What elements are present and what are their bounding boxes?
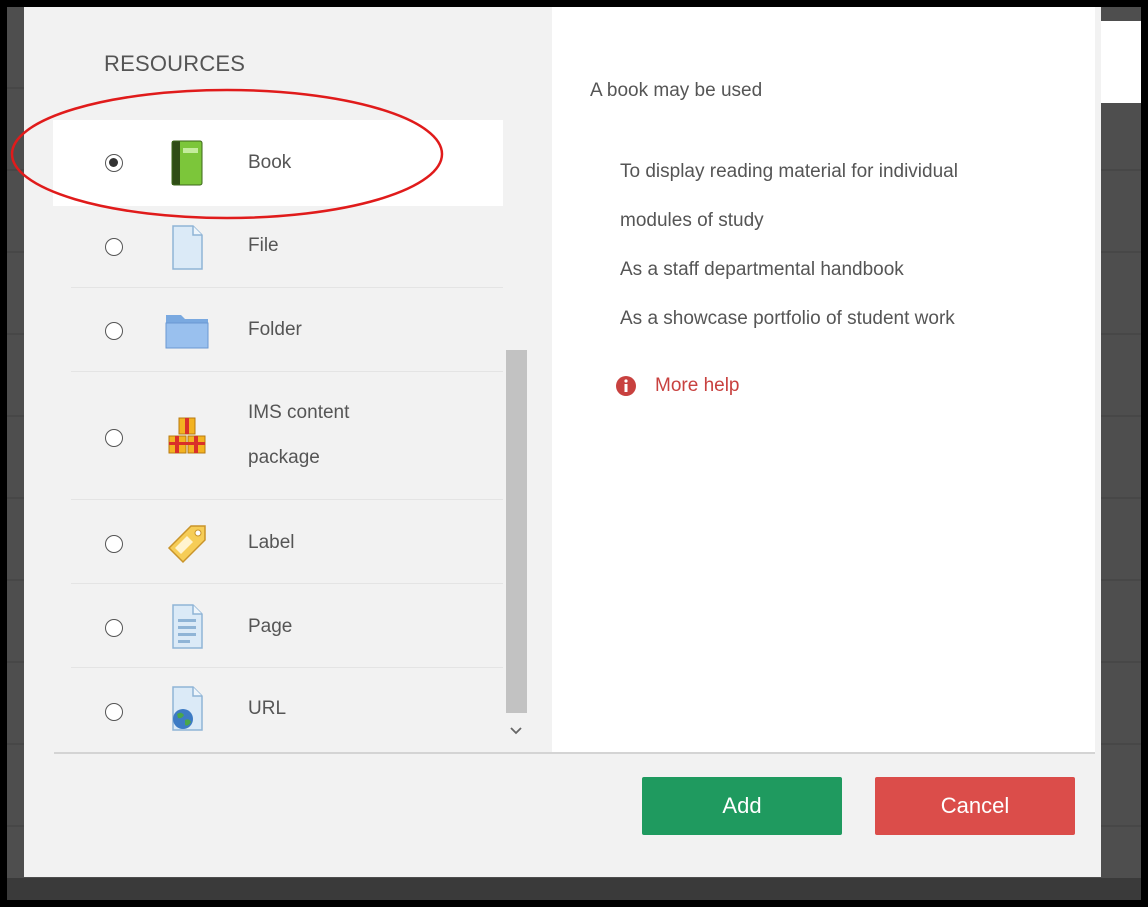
activity-chooser-dialog: RESOURCES Book File Folder IMS content p… <box>24 7 1101 877</box>
cancel-button[interactable]: Cancel <box>875 777 1075 835</box>
help-points: To display reading material for individu… <box>620 147 1060 343</box>
section-title: RESOURCES <box>104 51 246 76</box>
chevron-down-icon[interactable] <box>508 723 524 739</box>
radio-file[interactable] <box>105 238 123 256</box>
info-icon <box>616 376 636 396</box>
footer-divider <box>54 752 1095 754</box>
radio-folder[interactable] <box>105 322 123 340</box>
label-book: Book <box>248 152 292 173</box>
radio-page[interactable] <box>105 619 123 637</box>
url-globe-icon <box>172 686 203 731</box>
list-item-book[interactable]: Book <box>53 120 503 206</box>
label-label: Label <box>248 532 295 553</box>
package-icon <box>168 417 206 454</box>
list-item-label[interactable]: Label <box>53 500 503 584</box>
list-item-page[interactable]: Page <box>53 584 503 668</box>
add-button[interactable]: Add <box>642 777 842 835</box>
radio-ims-content-package[interactable] <box>105 429 123 447</box>
help-point: As a showcase portfolio of student work <box>620 308 955 329</box>
folder-icon <box>165 315 209 349</box>
label-url: URL <box>248 698 287 719</box>
help-point: To display reading material for individu… <box>620 161 958 182</box>
screenshot-frame: RESOURCES Book File Folder IMS content p… <box>7 7 1141 900</box>
list-item-ims-content-package[interactable]: IMS content package <box>53 372 503 500</box>
label-ims-line2: package <box>248 447 320 468</box>
scrollbar-thumb[interactable] <box>506 350 527 713</box>
page-header-strip <box>1101 21 1141 103</box>
list-item-file[interactable]: File <box>53 206 503 288</box>
more-help-link[interactable]: More help <box>615 373 740 399</box>
list-item-folder[interactable]: Folder <box>53 288 503 372</box>
book-icon <box>171 140 203 186</box>
label-file: File <box>248 235 279 256</box>
label-page: Page <box>248 616 293 637</box>
module-list: RESOURCES Book File Folder IMS content p… <box>53 7 503 747</box>
file-icon <box>172 225 203 270</box>
page-footer <box>7 878 1141 900</box>
page-icon <box>172 604 203 649</box>
help-panel: A book may be used To display reading ma… <box>552 7 1095 752</box>
label-folder: Folder <box>248 319 302 340</box>
tag-icon <box>167 525 206 564</box>
help-intro: A book may be used <box>590 80 763 101</box>
more-help-text[interactable]: More help <box>655 375 740 397</box>
help-point: modules of study <box>620 210 764 231</box>
label-ims-line1: IMS content <box>248 402 350 423</box>
radio-label[interactable] <box>105 535 123 553</box>
list-item-url[interactable]: URL <box>53 668 503 747</box>
help-point: As a staff departmental handbook <box>620 259 904 280</box>
radio-book[interactable] <box>105 154 123 172</box>
radio-url[interactable] <box>105 703 123 721</box>
